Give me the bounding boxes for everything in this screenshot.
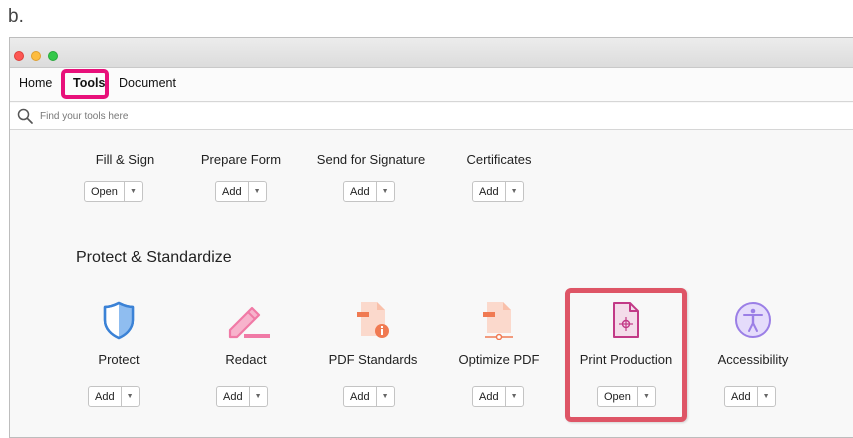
tool-action-group: Add ▼ <box>88 386 140 407</box>
tool-name: Protect <box>98 352 140 367</box>
chevron-down-icon[interactable]: ▼ <box>758 387 775 406</box>
tool-action-group: Add ▼ <box>724 386 776 407</box>
minimize-window-button[interactable] <box>31 51 41 61</box>
print-production-highlight <box>565 288 687 422</box>
tools-tab-highlight <box>61 69 109 99</box>
zoom-window-button[interactable] <box>48 51 58 61</box>
pdf-standards-icon <box>357 302 389 338</box>
optimize-pdf-icon <box>483 302 513 340</box>
tool-optimize-pdf[interactable]: Optimize PDF <box>434 300 564 367</box>
tool-action-group: Add ▼ <box>216 386 268 407</box>
add-button[interactable]: Add <box>344 182 377 201</box>
chevron-down-icon[interactable]: ▼ <box>122 387 139 406</box>
open-button[interactable]: Open <box>85 182 125 201</box>
tool-action-group: Add ▼ <box>343 386 395 407</box>
add-button[interactable]: Add <box>725 387 758 406</box>
add-button[interactable]: Add <box>473 387 506 406</box>
tool-name: Redact <box>225 352 267 367</box>
main-tab-bar: Home Tools Document <box>10 68 853 102</box>
close-window-button[interactable] <box>14 51 24 61</box>
tool-certificates: Certificates <box>434 152 564 167</box>
tool-prepare-form: Prepare Form <box>176 152 306 167</box>
chevron-down-icon[interactable]: ▼ <box>506 387 523 406</box>
tool-redact[interactable]: Redact <box>181 300 311 367</box>
tool-pdf-standards[interactable]: PDF Standards <box>308 300 438 367</box>
redact-marker-icon <box>228 306 270 339</box>
figure-label: b. <box>8 6 24 27</box>
add-button[interactable]: Add <box>344 387 377 406</box>
tab-document[interactable]: Document <box>119 76 176 90</box>
tool-action-group: Add ▼ <box>472 181 524 202</box>
tool-accessibility[interactable]: Accessibility <box>688 300 818 367</box>
tool-action-group: Add ▼ <box>472 386 524 407</box>
add-button[interactable]: Add <box>473 182 506 201</box>
section-title: Protect & Standardize <box>76 249 232 266</box>
tool-fill-and-sign: Fill & Sign <box>60 152 190 167</box>
chevron-down-icon[interactable]: ▼ <box>125 182 142 201</box>
tool-name: Accessibility <box>717 352 789 367</box>
tool-action-group: Add ▼ <box>343 181 395 202</box>
title-bar <box>10 38 853 68</box>
search-icon <box>17 108 33 124</box>
chevron-down-icon[interactable]: ▼ <box>377 182 394 201</box>
add-button[interactable]: Add <box>216 182 249 201</box>
tool-send-for-signature: Send for Signature <box>306 152 436 167</box>
tool-name: Prepare Form <box>200 152 282 167</box>
accessibility-icon <box>735 302 771 338</box>
tool-name: Send for Signature <box>316 152 426 167</box>
add-button[interactable]: Add <box>217 387 250 406</box>
chevron-down-icon[interactable]: ▼ <box>506 182 523 201</box>
search-input[interactable] <box>40 108 440 124</box>
tool-name: Fill & Sign <box>95 152 155 167</box>
tool-name: PDF Standards <box>328 352 418 367</box>
tab-home[interactable]: Home <box>19 76 52 90</box>
tool-action-group: Open ▼ <box>84 181 143 202</box>
tool-name: Optimize PDF <box>458 352 540 367</box>
chevron-down-icon[interactable]: ▼ <box>377 387 394 406</box>
tool-protect[interactable]: Protect <box>54 300 184 367</box>
add-button[interactable]: Add <box>89 387 122 406</box>
tool-action-group: Add ▼ <box>215 181 267 202</box>
tools-search-bar <box>10 103 853 130</box>
app-window: Home Tools Document Fill & Sign Open ▼ P… <box>9 37 853 438</box>
shield-icon <box>103 301 135 340</box>
tool-name: Certificates <box>466 152 532 167</box>
chevron-down-icon[interactable]: ▼ <box>249 182 266 201</box>
chevron-down-icon[interactable]: ▼ <box>250 387 267 406</box>
